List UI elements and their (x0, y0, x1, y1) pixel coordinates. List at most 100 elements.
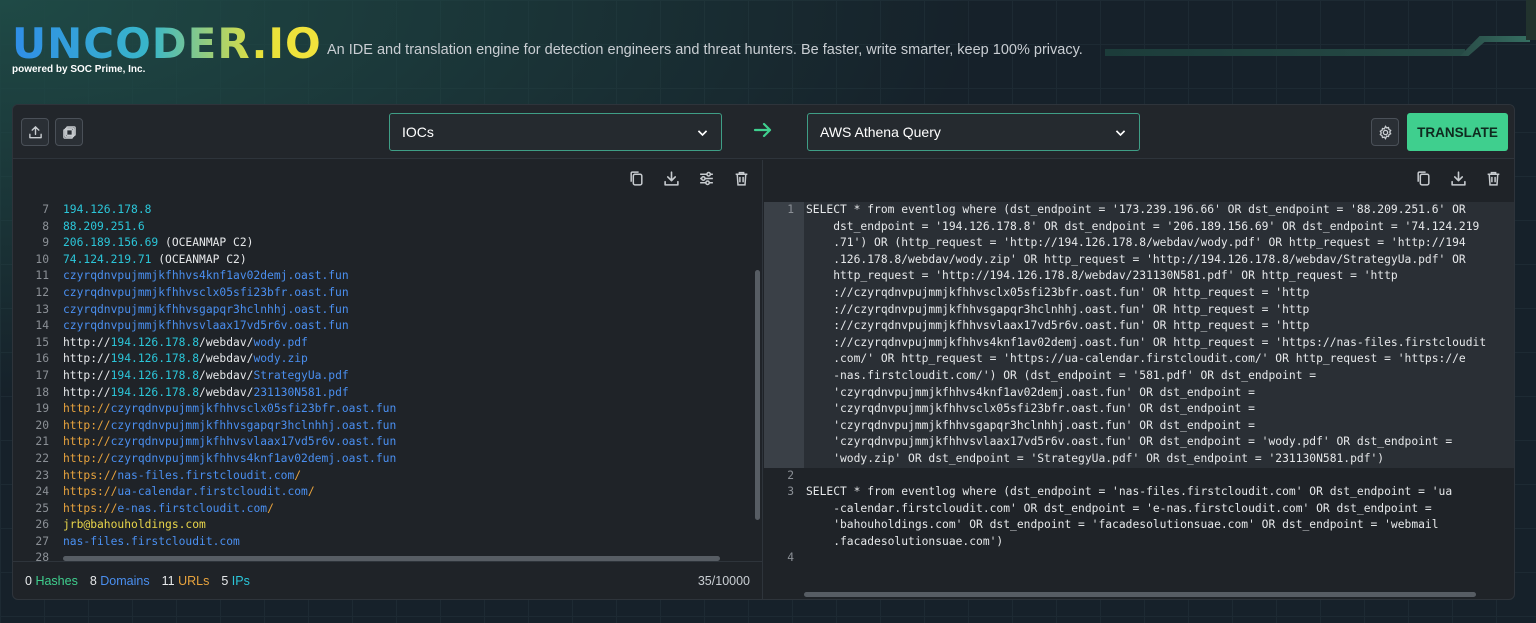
ioc-token: http:// (63, 418, 111, 432)
source-language-select[interactable]: IOCs (389, 113, 722, 151)
line-content: https://e-nas.firstcloudit.com/ (49, 501, 274, 518)
line-content: http://czyrqdnvpujmmjkfhhvs4knf1av02demj… (49, 451, 396, 468)
query-line: 'czyrqdnvpujmmjkfhhvsvlaax17vd5r6v.oast.… (806, 435, 1453, 449)
query-block: 1 SELECT * from eventlog where (dst_endpo… (764, 202, 1514, 468)
query-line: dst_endpoint = '194.126.178.8' OR dst_en… (806, 219, 1480, 233)
ioc-token: wody.zip (253, 352, 308, 366)
decorative-line (1105, 49, 1465, 56)
line-number: 1 (787, 203, 794, 216)
ioc-token: e-nas.firstcloudit.com (117, 501, 268, 515)
ioc-token: (OCEANMAP C2) (158, 236, 254, 250)
query-line: ://czyrqdnvpujmmjkfhhvs4knf1av02demj.oas… (806, 335, 1487, 349)
ioc-token: czyrqdnvpujmmjkfhhvsvlaax17vd5r6v.oast.f… (63, 319, 349, 333)
character-count: 35/10000 (697, 573, 750, 588)
query-block: 2 (764, 468, 1514, 485)
code-line: 24 https://ua-calendar.firstcloudit.com/ (13, 484, 762, 501)
input-pane: 7 194.126.178.8 8 88.209.251.6 9 206.189.156.… (13, 160, 763, 599)
line-number: 19 (35, 402, 49, 416)
copy-icon[interactable] (628, 170, 645, 187)
urls-stat: 11 URLs (161, 573, 210, 588)
code-line: 25 https://e-nas.firstcloudit.com/ (13, 501, 762, 518)
line-number: 12 (35, 285, 49, 299)
code-line: 23 https://nas-files.firstcloudit.com/ (13, 468, 762, 485)
ioc-token: https:// (63, 468, 118, 482)
query-output-editor[interactable]: 1 SELECT * from eventlog where (dst_endpo… (764, 202, 1514, 567)
ioc-token: nas-files.firstcloudit.com (63, 534, 240, 548)
ioc-token: https:// (63, 485, 118, 499)
horizontal-scrollbar[interactable] (804, 592, 1476, 597)
output-pane: 1 SELECT * from eventlog where (dst_endpo… (764, 160, 1514, 599)
line-number: 25 (35, 501, 49, 515)
line-content: nas-files.firstcloudit.com (49, 534, 240, 551)
ioc-token: http:// (63, 335, 111, 349)
code-line: 18 http://194.126.178.8/webdav/231130N581… (13, 385, 762, 402)
examples-button[interactable] (55, 118, 83, 146)
query-line: .com/' OR http_request = 'https://ua-cal… (806, 352, 1466, 366)
line-content: https://nas-files.firstcloudit.com/ (49, 468, 301, 485)
code-line: 20 http://czyrqdnvpujmmjkfhhvsgapqr3hclnh… (13, 418, 762, 435)
line-content: http://czyrqdnvpujmmjkfhhvsgapqr3hclnhhj… (49, 418, 396, 435)
ioc-token: http:// (63, 368, 111, 382)
ioc-token: 194.126.178.8 (110, 335, 200, 349)
query-line: 'czyrqdnvpujmmjkfhhvs4knf1av02demj.oast.… (806, 385, 1255, 399)
settings-button[interactable] (1371, 118, 1399, 146)
query-line: SELECT * from eventlog where (dst_endpoi… (806, 485, 1453, 499)
toolbar: IOCs AWS Athena Query TRANSLATE (13, 105, 1514, 159)
target-language-value: AWS Athena Query (820, 124, 941, 140)
trash-icon[interactable] (1485, 170, 1502, 187)
download-icon[interactable] (1450, 170, 1467, 187)
filter-settings-icon[interactable] (698, 170, 715, 187)
line-number: 9 (42, 236, 49, 250)
line-content: czyrqdnvpujmmjkfhhvsvlaax17vd5r6v.oast.f… (49, 318, 349, 335)
copy-stack-icon (62, 125, 76, 139)
line-content: http://czyrqdnvpujmmjkfhhvsclx05sfi23bfr… (49, 401, 396, 418)
ioc-stats-bar: 0 Hashes 8 Domains 11 URLs 5 IPs 35/1000… (13, 561, 762, 599)
ioc-token: czyrqdnvpujmmjkfhhvsvlaax17vd5r6v.oast.f… (110, 435, 397, 449)
ioc-token: nas-files.firstcloudit.com (117, 468, 295, 482)
line-number: 4 (787, 551, 794, 565)
line-number: 8 (42, 219, 49, 233)
query-line: 'czyrqdnvpujmmjkfhhvsclx05sfi23bfr.oast.… (806, 402, 1255, 416)
logo[interactable]: UNCODER.IO (12, 23, 322, 65)
line-number: 3 (787, 485, 794, 499)
chevron-down-icon (697, 130, 708, 137)
query-line: .71') OR (http_request = 'http://194.126… (806, 236, 1466, 250)
decorative-slant (1460, 36, 1530, 56)
ioc-token: 206.189.156.69 (63, 236, 159, 250)
line-content: 74.124.219.71 (OCEANMAP C2) (49, 252, 247, 269)
ioc-token: http:// (63, 352, 111, 366)
gear-icon (1378, 124, 1392, 140)
copy-icon[interactable] (1415, 170, 1432, 187)
code-line: 16 http://194.126.178.8/webdav/wody.zip (13, 351, 762, 368)
brand: UNCODER.IO powered by SOC Prime, Inc. (12, 23, 322, 76)
target-language-select[interactable]: AWS Athena Query (807, 113, 1140, 151)
ioc-token: czyrqdnvpujmmjkfhhvsclx05sfi23bfr.oast.f… (110, 402, 397, 416)
ioc-input-editor[interactable]: 7 194.126.178.8 8 88.209.251.6 9 206.189.156.… (13, 202, 762, 567)
translate-button[interactable]: TRANSLATE (1407, 113, 1508, 151)
ioc-token: 231130N581.pdf (253, 385, 349, 399)
code-line: 12 czyrqdnvpujmmjkfhhvsclx05sfi23bfr.oast… (13, 285, 762, 302)
code-line: 11 czyrqdnvpujmmjkfhhvs4knf1av02demj.oast… (13, 268, 762, 285)
line-number: 7 (42, 203, 49, 216)
editor-panel: IOCs AWS Athena Query TRANSLATE 7 194.126… (12, 104, 1515, 600)
ioc-token: / (307, 485, 315, 499)
ioc-token: jrb@bahouholdings.com (63, 518, 206, 532)
ioc-token: http:// (63, 385, 111, 399)
download-icon[interactable] (663, 170, 680, 187)
ioc-token: 194.126.178.8 (110, 368, 200, 382)
domains-stat: 8 Domains (89, 573, 150, 588)
ioc-token: 74.124.219.71 (63, 252, 152, 266)
trash-icon[interactable] (733, 170, 750, 187)
ioc-token: https:// (63, 501, 118, 515)
line-number: 20 (35, 418, 49, 432)
decorative-edge (1526, 0, 1536, 40)
upload-button[interactable] (21, 118, 49, 146)
query-line: .126.178.8/webdav/wody.zip' OR http_requ… (806, 252, 1466, 266)
ioc-token: czyrqdnvpujmmjkfhhvs4knf1av02demj.oast.f… (110, 451, 397, 465)
source-language-value: IOCs (402, 124, 434, 140)
line-number: 11 (35, 269, 49, 283)
code-line: 17 http://194.126.178.8/webdav/StrategyUa… (13, 368, 762, 385)
query-line: 'czyrqdnvpujmmjkfhhvsgapqr3hclnhhj.oast.… (806, 418, 1255, 432)
line-number: 24 (35, 485, 49, 499)
vertical-scrollbar[interactable] (755, 270, 760, 520)
